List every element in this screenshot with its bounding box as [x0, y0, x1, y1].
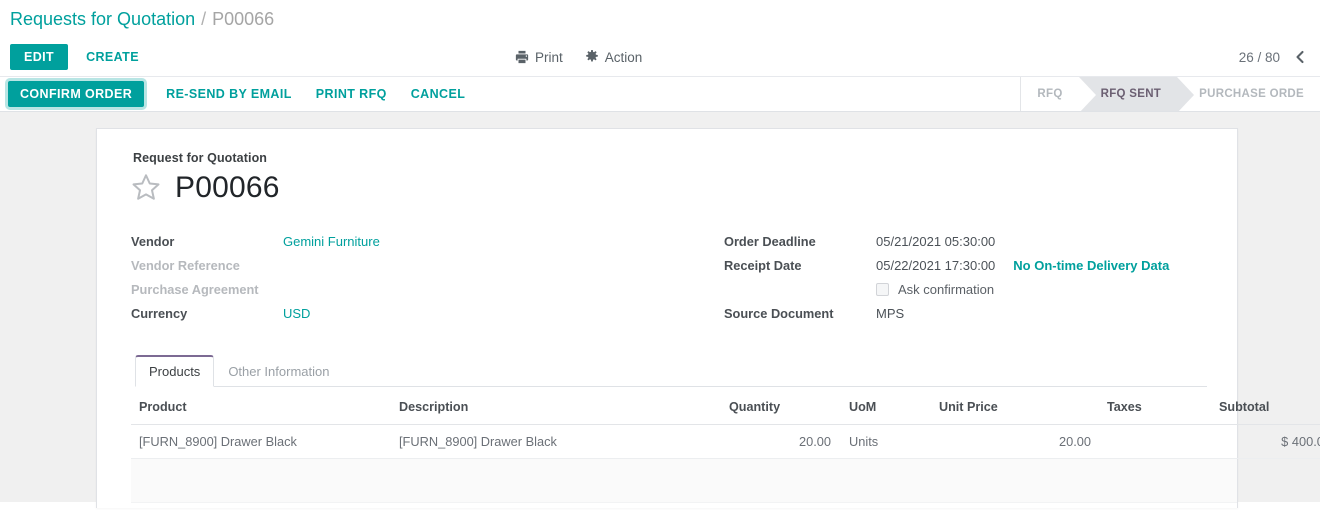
table-header-row: Product Description Quantity UoM Unit Pr… — [131, 387, 1320, 425]
cell-quantity[interactable]: 20.00 — [729, 424, 839, 459]
action-label: Action — [604, 49, 643, 65]
stage-rfq-sent[interactable]: RFQ SENT — [1078, 77, 1194, 111]
column-header-unit-price[interactable]: Unit Price — [939, 387, 1099, 425]
resend-by-email-button[interactable]: RE-SEND BY EMAIL — [154, 81, 304, 107]
pager-count: 26 / 80 — [1238, 49, 1280, 65]
field-vendor-value[interactable]: Gemini Furniture — [283, 231, 380, 249]
field-ask-confirmation-spacer — [724, 279, 876, 282]
form-subtitle: Request for Quotation — [133, 151, 268, 165]
field-group-left: Vendor Gemini Furniture Vendor Reference… — [131, 231, 669, 327]
notebook-tabs: Products Other Information — [135, 355, 1207, 387]
cell-subtotal[interactable]: $ 400.00 — [1219, 424, 1320, 459]
field-purchase-agreement: Purchase Agreement — [131, 279, 669, 303]
pager: 26 / 80 — [1239, 49, 1306, 65]
column-header-uom[interactable]: UoM — [839, 387, 939, 425]
chevron-left-icon[interactable] — [1294, 49, 1306, 65]
breadcrumb-separator: / — [201, 8, 207, 29]
cell-product[interactable]: [FURN_8900] Drawer Black — [131, 424, 399, 459]
table-row[interactable]: [FURN_8900] Drawer Black [FURN_8900] Dra… — [131, 424, 1320, 459]
ask-confirmation-label: Ask confirmation — [898, 282, 995, 297]
print-rfq-button[interactable]: PRINT RFQ — [304, 81, 399, 107]
stage-rfq[interactable]: RFQ — [1021, 77, 1078, 111]
breadcrumb-current: P00066 — [212, 8, 275, 29]
field-vendor-reference: Vendor Reference — [131, 255, 669, 279]
form-background: Request for Quotation P00066 Vendor Gemi… — [0, 112, 1320, 508]
field-source-document-value[interactable]: MPS — [876, 303, 904, 321]
tab-products[interactable]: Products — [135, 355, 215, 387]
field-source-document-label: Source Document — [724, 306, 834, 321]
column-header-subtotal[interactable]: Subtotal — [1219, 387, 1320, 425]
field-order-deadline: Order Deadline 05/21/2021 05:30:00 — [724, 231, 1207, 255]
star-outline-icon[interactable] — [131, 172, 161, 205]
field-source-document: Source Document MPS — [724, 303, 1207, 327]
create-button[interactable]: CREATE — [76, 44, 149, 70]
field-group-right: Order Deadline 05/21/2021 05:30:00 Recei… — [669, 231, 1207, 327]
field-ask-confirmation: Ask confirmation — [724, 279, 1207, 303]
field-receipt-date-label: Receipt Date — [724, 258, 802, 273]
field-vendor-reference-label: Vendor Reference — [131, 258, 240, 273]
form-sheet: Request for Quotation P00066 Vendor Gemi… — [96, 128, 1320, 508]
action-menu[interactable]: Action — [585, 49, 643, 65]
column-header-taxes[interactable]: Taxes — [1099, 387, 1219, 425]
field-order-deadline-label: Order Deadline — [724, 234, 816, 249]
breadcrumb: Requests for Quotation / P00066 — [0, 0, 1320, 38]
statusbar-buttons: CONFIRM ORDER RE-SEND BY EMAIL PRINT RFQ… — [0, 77, 477, 111]
order-lines-table: Product Description Quantity UoM Unit Pr… — [131, 387, 1320, 459]
printer-icon — [515, 50, 529, 64]
edit-button[interactable]: EDIT — [10, 44, 69, 70]
on-time-delivery-link[interactable]: No On-time Delivery Data — [1013, 255, 1169, 273]
field-currency: Currency USD — [131, 303, 669, 327]
gear-icon — [585, 50, 599, 64]
add-line-area[interactable] — [131, 459, 1237, 503]
print-menu[interactable]: Print — [515, 50, 563, 65]
field-groups: Vendor Gemini Furniture Vendor Reference… — [131, 231, 1207, 327]
record-title-row: P00066 — [131, 171, 1207, 205]
status-stages: RFQ RFQ SENT PURCHASE ORDE — [1020, 77, 1320, 111]
field-currency-value[interactable]: USD — [283, 303, 310, 321]
control-panel-actions: Print Action — [515, 50, 642, 65]
stage-purchase-order[interactable]: PURCHASE ORDE — [1177, 77, 1320, 111]
field-currency-label: Currency — [131, 306, 188, 321]
ask-confirmation-checkbox[interactable] — [876, 283, 889, 296]
cell-description[interactable]: [FURN_8900] Drawer Black — [399, 424, 729, 459]
field-purchase-agreement-label: Purchase Agreement — [131, 282, 259, 297]
column-header-quantity[interactable]: Quantity — [729, 387, 839, 425]
tab-other-information[interactable]: Other Information — [214, 356, 343, 387]
print-label: Print — [535, 49, 563, 65]
statusbar: CONFIRM ORDER RE-SEND BY EMAIL PRINT RFQ… — [0, 76, 1320, 112]
field-vendor: Vendor Gemini Furniture — [131, 231, 669, 255]
column-header-description[interactable]: Description — [399, 387, 729, 425]
cancel-button[interactable]: CANCEL — [399, 81, 477, 107]
notebook: Products Other Information Product Descr… — [131, 355, 1320, 503]
field-receipt-date: Receipt Date 05/22/2021 17:30:00 No On-t… — [724, 255, 1207, 279]
cell-unit-price[interactable]: 20.00 — [939, 424, 1099, 459]
column-header-product[interactable]: Product — [131, 387, 399, 425]
field-vendor-label: Vendor — [131, 234, 175, 249]
cell-taxes[interactable] — [1099, 424, 1219, 459]
control-panel: EDIT CREATE Print Action 26 / 80 — [0, 38, 1320, 76]
field-receipt-date-value[interactable]: 05/22/2021 17:30:00 — [876, 255, 995, 273]
confirm-order-button[interactable]: CONFIRM ORDER — [4, 78, 148, 110]
breadcrumb-root-link[interactable]: Requests for Quotation — [10, 9, 195, 30]
cell-uom[interactable]: Units — [839, 424, 939, 459]
field-order-deadline-value[interactable]: 05/21/2021 05:30:00 — [876, 231, 995, 249]
page-title: P00066 — [175, 171, 280, 204]
